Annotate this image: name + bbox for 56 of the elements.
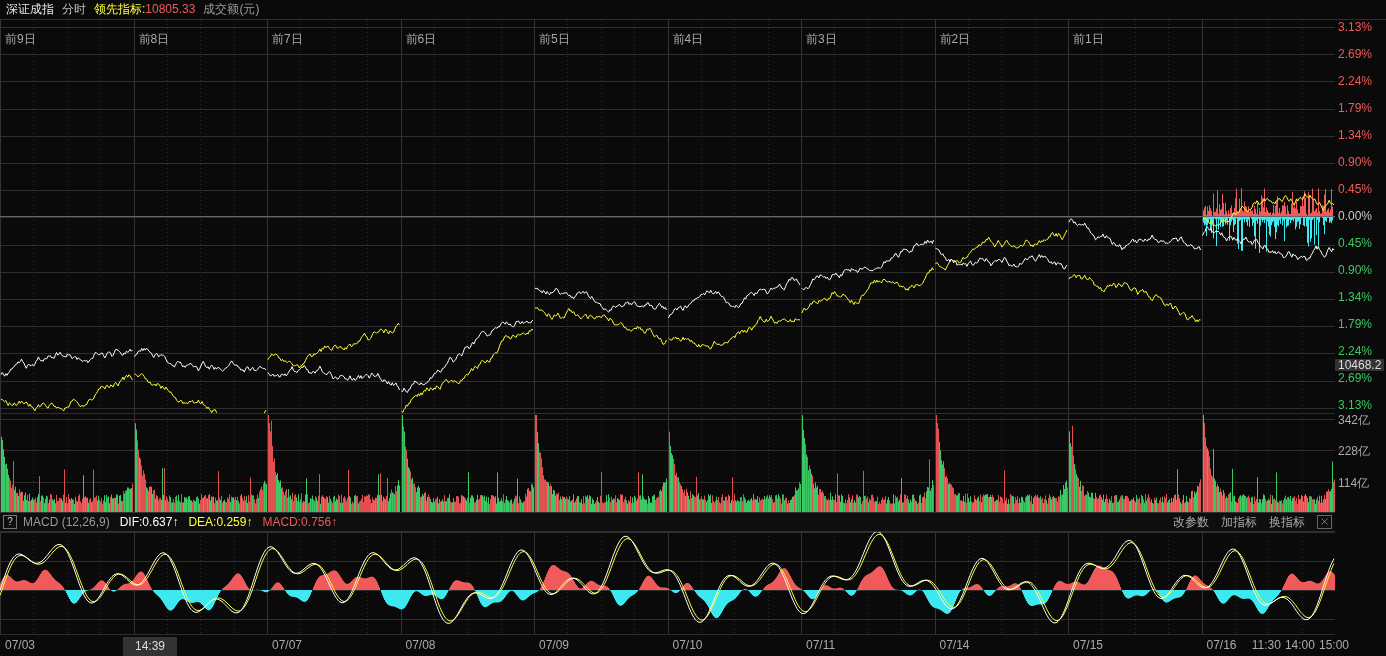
percent-axis-label: 0.45% [1337,181,1374,196]
date-label: 07/15 [1073,637,1104,655]
date-label: 07/08 [405,637,436,655]
chart-mode: 分时 [62,1,86,19]
help-button[interactable]: ? [3,514,17,529]
percent-axis-label: 1.79% [1337,317,1374,332]
indicator-button[interactable]: 换指标 [1269,512,1305,531]
indicator-name: MACD (12,26,9) [23,513,110,531]
close-button[interactable] [1317,514,1332,529]
percent-axis-label: 2.24% [1337,344,1374,359]
percent-axis-label: 0.90% [1337,154,1374,169]
date-label: 07/16 [1206,637,1237,655]
lead-indicator-label: 领先指标: [94,1,146,19]
volume-axis-label: 342亿 [1337,412,1372,429]
day-label: 前2日 [939,31,971,46]
percent-axis-label: 1.34% [1337,127,1374,142]
index-name: 深证成指 [6,1,54,19]
time-label: 14:00 [1284,637,1315,655]
date-label: 07/03 [5,637,36,655]
day-label: 前6日 [405,31,437,46]
close-icon [1319,516,1330,528]
percent-axis-label: 3.13% [1337,19,1374,34]
dea-value: DEA:0.259↑ [188,513,253,531]
percent-axis-label: 0.45% [1337,236,1374,251]
percent-axis-label: 0.00% [1337,208,1374,223]
time-label: 15:00 [1318,637,1349,655]
volume-axis-label: 114亿 [1337,475,1371,492]
percent-axis-label: 2.69% [1337,46,1374,61]
percent-axis-label: 2.24% [1337,73,1374,88]
day-label: 前7日 [272,31,303,46]
volume-label: 成交额(元) [203,1,260,19]
price-tag: 10468.2 [1335,359,1385,372]
date-label: 07/11 [806,637,836,655]
date-label: 07/10 [672,637,703,655]
dif-value: DIF:0.637↑ [119,513,179,531]
day-label: 前5日 [539,31,570,46]
date-label: 07/14 [939,637,970,655]
percent-axis-label: 1.34% [1337,290,1374,305]
volume-axis-label: 228亿 [1337,444,1372,461]
date-label: 07/09 [539,637,570,655]
date-label: 07/07 [272,637,303,655]
percent-axis-label: 0.90% [1337,263,1374,278]
percent-axis-label: 3.13% [1337,398,1374,413]
day-label: 前4日 [672,31,704,46]
indicator-button[interactable]: 改参数 [1173,512,1209,531]
cursor-time-label: 14:39 [123,636,177,656]
day-label: 前9日 [5,31,36,46]
lead-indicator-value: 10805.33 [145,1,196,19]
indicator-button[interactable]: 加指标 [1221,512,1257,531]
day-label: 前1日 [1073,31,1104,46]
day-label: 前3日 [806,31,837,46]
percent-axis-label: 1.79% [1337,100,1374,115]
macd-value: MACD:0.756↑ [262,513,338,531]
day-label: 前8日 [138,31,170,46]
percent-axis-label: 2.69% [1337,371,1374,386]
time-label: 11:30 [1251,637,1281,655]
